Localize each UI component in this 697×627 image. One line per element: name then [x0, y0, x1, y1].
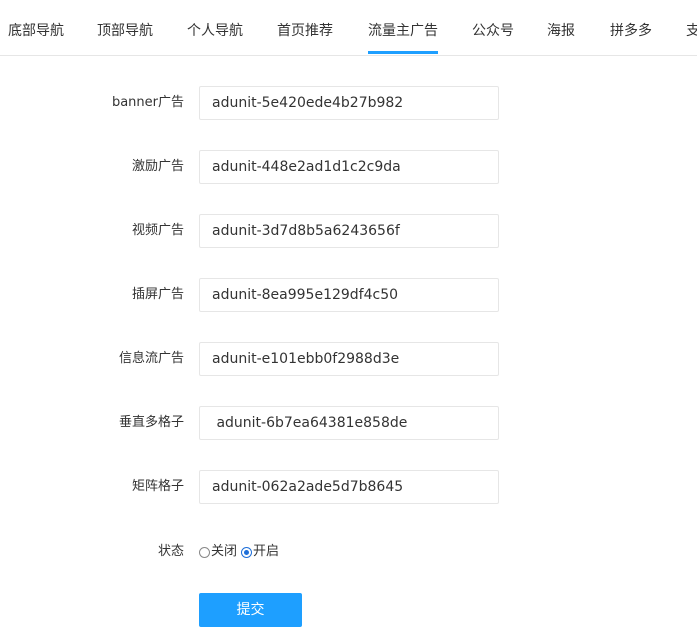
tab-poster[interactable]: 海报 — [547, 0, 575, 55]
form-row-feed: 信息流广告 — [0, 342, 697, 376]
field-label: 视频广告 — [131, 223, 184, 238]
status-radio-group: 关闭 开启 — [199, 538, 283, 566]
field-label: 信息流广告 — [118, 351, 184, 366]
tab-official-account[interactable]: 公众号 — [472, 0, 514, 55]
tab-top-nav[interactable]: 顶部导航 — [97, 0, 153, 55]
reward-ad-input[interactable] — [199, 150, 499, 184]
tab-bottom-nav[interactable]: 底部导航 — [8, 0, 64, 55]
tab-truncated[interactable]: 支 — [686, 0, 697, 55]
interstitial-ad-input[interactable] — [199, 278, 499, 312]
tab-traffic-ads[interactable]: 流量主广告 — [368, 0, 438, 55]
vertical-grid-input[interactable] — [199, 406, 499, 440]
field-label: banner广告 — [111, 95, 184, 110]
tab-pinduoduo[interactable]: 拼多多 — [610, 0, 652, 55]
form-row-interstitial: 插屏广告 — [0, 278, 697, 312]
video-ad-input[interactable] — [199, 214, 499, 248]
form-row-matrix-grid: 矩阵格子 — [0, 470, 697, 504]
banner-ad-input[interactable] — [199, 86, 499, 120]
status-label: 状态 — [157, 544, 184, 559]
form-row-video: 视频广告 — [0, 214, 697, 248]
status-on-radio[interactable] — [241, 546, 253, 558]
tab-bar: 底部导航 顶部导航 个人导航 首页推荐 流量主广告 公众号 海报 拼多多 支 — [0, 0, 697, 56]
field-label: 激励广告 — [131, 159, 184, 174]
tab-home-recommend[interactable]: 首页推荐 — [277, 0, 333, 55]
feed-ad-input[interactable] — [199, 342, 499, 376]
field-label: 垂直多格子 — [118, 415, 184, 430]
field-label: 矩阵格子 — [131, 479, 184, 494]
form-row-banner: banner广告 — [0, 86, 697, 120]
status-off-radio[interactable] — [199, 546, 210, 558]
submit-button[interactable]: 提交 — [199, 593, 302, 627]
form-row-vertical-grid: 垂直多格子 — [0, 406, 697, 440]
tab-personal-nav[interactable]: 个人导航 — [187, 0, 243, 55]
status-row: 状态 关闭 开启 — [0, 538, 697, 566]
field-label: 插屏广告 — [131, 287, 184, 302]
form-row-reward: 激励广告 — [0, 150, 697, 184]
status-on-label[interactable]: 开启 — [253, 538, 279, 566]
active-tab-indicator — [368, 51, 438, 54]
matrix-grid-input[interactable] — [199, 470, 499, 504]
status-off-label[interactable]: 关闭 — [211, 538, 237, 566]
